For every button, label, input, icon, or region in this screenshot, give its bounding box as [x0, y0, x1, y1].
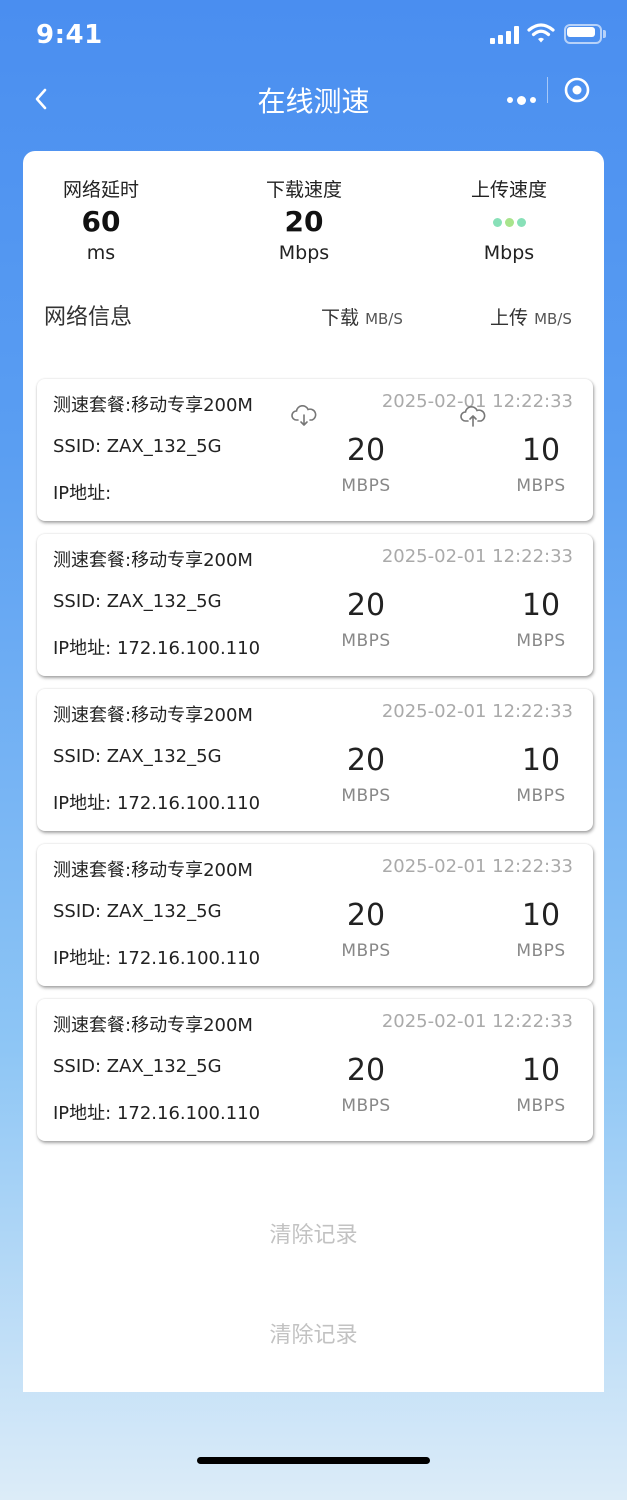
record-download-unit: MBPS — [341, 631, 391, 651]
cloud-upload-icon — [460, 406, 486, 427]
record-ip: IP地址: 172.16.100.110 — [53, 948, 261, 969]
upload-column-unit: MB/S — [534, 310, 572, 328]
record-card[interactable]: 测速套餐:移动专享200M 2025-02-01 12:22:33 SSID: … — [37, 379, 593, 521]
record-upload-unit: MBPS — [516, 786, 566, 806]
upload-metric: 上传速度 Mbps — [429, 175, 589, 264]
record-ip: IP地址: 172.16.100.110 — [53, 793, 261, 814]
record-plan: 测速套餐:移动专享200M — [53, 860, 253, 881]
record-download-value: 20 — [346, 1053, 386, 1088]
record-upload-unit: MBPS — [516, 941, 566, 961]
status-time: 9:41 — [36, 20, 103, 50]
record-download-unit: MBPS — [341, 476, 391, 496]
home-indicator — [197, 1457, 430, 1464]
record-card[interactable]: 测速套餐:移动专享200M 2025-02-01 12:22:33 SSID: … — [37, 844, 593, 986]
record-ip: IP地址: — [53, 483, 112, 504]
download-unit: Mbps — [278, 242, 330, 264]
clear-records-button-secondary[interactable]: 清除记录 — [23, 1317, 604, 1349]
record-upload-unit: MBPS — [516, 631, 566, 651]
record-ssid: SSID: ZAX_132_5G — [53, 1056, 222, 1077]
record-download-unit: MBPS — [341, 1096, 391, 1116]
record-upload-value: 10 — [521, 433, 561, 468]
record-plan: 测速套餐:移动专享200M — [53, 395, 253, 416]
record-time: 2025-02-01 12:22:33 — [381, 1011, 573, 1032]
nav-bar: 在线测速 — [0, 72, 627, 130]
record-ip: IP地址: 172.16.100.110 — [53, 1103, 261, 1124]
download-value: 20 — [284, 205, 324, 238]
record-list: 测速套餐:移动专享200M 2025-02-01 12:22:33 SSID: … — [37, 379, 593, 1154]
record-ssid: SSID: ZAX_132_5G — [53, 901, 222, 922]
record-time: 2025-02-01 12:22:33 — [381, 701, 573, 722]
main-card: 网络延时 60 ms 下载速度 20 Mbps 上传速度 Mbps 网络信息 下… — [23, 151, 604, 1392]
record-plan: 测速套餐:移动专享200M — [53, 1015, 253, 1036]
record-time: 2025-02-01 12:22:33 — [381, 546, 573, 567]
download-column-label: 下载 — [321, 307, 360, 329]
record-card[interactable]: 测速套餐:移动专享200M 2025-02-01 12:22:33 SSID: … — [37, 689, 593, 831]
latency-value: 60 — [81, 205, 121, 238]
record-upload-value: 10 — [521, 743, 561, 778]
record-time: 2025-02-01 12:22:33 — [381, 856, 573, 877]
record-plan: 测速套餐:移动专享200M — [53, 550, 253, 571]
record-download-value: 20 — [346, 898, 386, 933]
download-label: 下载速度 — [265, 179, 342, 201]
record-download-value: 20 — [346, 433, 386, 468]
download-metric: 下载速度 20 Mbps — [224, 175, 384, 264]
record-ssid: SSID: ZAX_132_5G — [53, 746, 222, 767]
cloud-download-icon — [291, 405, 317, 426]
more-icon[interactable] — [505, 85, 537, 115]
upload-column-header: 上传 MB/S — [490, 303, 572, 330]
upload-unit: Mbps — [483, 242, 535, 264]
download-column-unit: MB/S — [365, 310, 403, 328]
upload-column-label: 上传 — [490, 307, 529, 329]
record-ip: IP地址: 172.16.100.110 — [53, 638, 261, 659]
record-upload-unit: MBPS — [516, 1096, 566, 1116]
loading-indicator — [429, 204, 589, 240]
record-ssid: SSID: ZAX_132_5G — [53, 591, 222, 612]
download-column-header: 下载 MB/S — [321, 303, 403, 330]
signal-icon — [490, 26, 522, 44]
record-plan: 测速套餐:移动专享200M — [53, 705, 253, 726]
target-icon[interactable] — [563, 76, 591, 104]
nav-divider — [547, 77, 548, 103]
latency-unit: ms — [86, 242, 116, 264]
record-upload-value: 10 — [521, 588, 561, 623]
record-download-value: 20 — [346, 588, 386, 623]
battery-icon — [564, 24, 606, 44]
record-upload-unit: MBPS — [516, 476, 566, 496]
upload-label: 上传速度 — [470, 179, 547, 201]
record-card[interactable]: 测速套餐:移动专享200M 2025-02-01 12:22:33 SSID: … — [37, 534, 593, 676]
record-upload-value: 10 — [521, 1053, 561, 1088]
record-card[interactable]: 测速套餐:移动专享200M 2025-02-01 12:22:33 SSID: … — [37, 999, 593, 1141]
wifi-icon — [527, 23, 555, 43]
clear-records-button[interactable]: 清除记录 — [23, 1217, 604, 1249]
record-download-value: 20 — [346, 743, 386, 778]
status-bar: 9:41 — [0, 0, 627, 72]
latency-label: 网络延时 — [62, 179, 139, 201]
section-title: 网络信息 — [44, 305, 133, 330]
record-upload-value: 10 — [521, 898, 561, 933]
latency-metric: 网络延时 60 ms — [21, 175, 181, 264]
record-download-unit: MBPS — [341, 786, 391, 806]
record-download-unit: MBPS — [341, 941, 391, 961]
record-ssid: SSID: ZAX_132_5G — [53, 436, 222, 457]
